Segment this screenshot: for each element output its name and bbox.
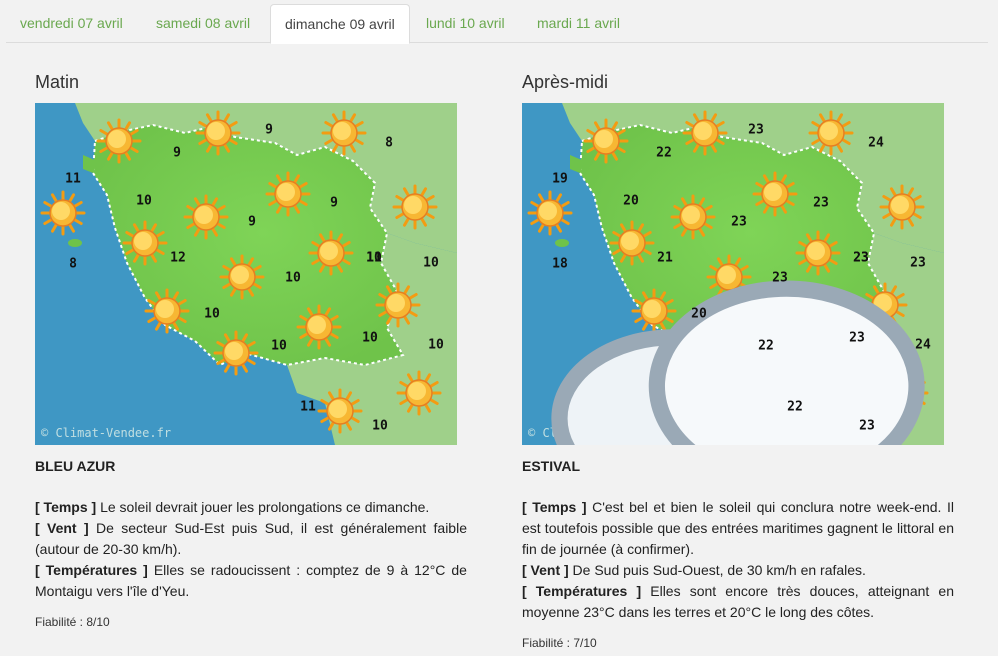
temps-key: [ Temps ] (35, 499, 97, 515)
temperature-label: 20 (691, 306, 707, 322)
vent-key: [ Vent ] (35, 520, 89, 536)
temperature-label: 10 (423, 255, 439, 271)
afternoon-temperatures-line: [ Températures ] Elles sont encore très … (522, 581, 954, 623)
tab-samedi[interactable]: samedi 08 avril (142, 4, 264, 43)
temperature-label: 11 (65, 171, 81, 187)
temperature-label: 18 (552, 256, 568, 272)
temperature-label: 23 (849, 330, 865, 346)
temperature-label: 10 (362, 330, 378, 346)
sun-icon (583, 118, 629, 164)
temperature-label: 10 (271, 338, 287, 354)
temperature-label: 10 (285, 270, 301, 286)
temperature-label: 23 (748, 122, 764, 138)
day-tabs: vendredi 07 avril samedi 08 avril dimanc… (6, 4, 988, 44)
afternoon-description: [ Temps ] C'est bel et bien le soleil qu… (522, 497, 954, 623)
sun-icon (321, 110, 367, 156)
tab-lundi[interactable]: lundi 10 avril (412, 4, 519, 43)
afternoon-vent-line: [ Vent ] De Sud puis Sud-Ouest, de 30 km… (522, 560, 954, 581)
sun-icon (219, 254, 265, 300)
temperature-label: 24 (915, 337, 931, 353)
morning-vent-line: [ Vent ] De secteur Sud-Est puis Sud, il… (35, 518, 467, 560)
afternoon-reliability: Fiabilité : 7/10 (522, 636, 597, 650)
sun-icon (213, 330, 259, 376)
temperature-label: 11 (366, 250, 382, 266)
cloud-icon (527, 215, 925, 445)
vent-text: De secteur Sud-Est puis Sud, il est géné… (35, 520, 467, 557)
temperature-label: 9 (265, 122, 273, 138)
temperature-label: 22 (787, 399, 803, 415)
temperature-label: 8 (69, 256, 77, 272)
morning-forecast-title: BLEU AZUR (35, 458, 116, 474)
sun-icon (392, 184, 438, 230)
temps-text: Le soleil devrait jouer les prolongation… (96, 499, 430, 515)
temperature-label: 10 (372, 418, 388, 434)
vent-key: [ Vent ] (522, 562, 569, 578)
temperature-label: 9 (330, 195, 338, 211)
ile-d-yeu (68, 239, 82, 247)
temperature-label: 10 (136, 193, 152, 209)
sun-icon (195, 110, 241, 156)
morning-reliability: Fiabilité : 8/10 (35, 615, 110, 629)
temperature-label: 23 (813, 195, 829, 211)
sun-icon (96, 118, 142, 164)
temperature-label: 12 (170, 250, 186, 266)
sun-icon (122, 220, 168, 266)
temperature-label: 24 (868, 135, 884, 151)
temperature-label: 22 (758, 338, 774, 354)
sun-icon (396, 370, 442, 416)
morning-weather-map: © Climat-Vendee.fr 9 8 9 11 10 9 9 10 10 8 12 10 11 1 (35, 103, 457, 445)
temperature-label: 19 (552, 171, 568, 187)
sun-icon (308, 230, 354, 276)
temperature-label: 9 (173, 145, 181, 161)
sun-icon (144, 288, 190, 334)
sun-icon (317, 388, 363, 434)
temperature-label: 8 (385, 135, 393, 151)
morning-temperatures-line: [ Températures ] Elles se radoucissent :… (35, 560, 467, 602)
afternoon-weather-map: © Climat-Vendee.fr 232422192023232323182 (522, 103, 944, 445)
temperature-label: 9 (248, 214, 256, 230)
tab-vendredi[interactable]: vendredi 07 avril (6, 4, 137, 43)
temperature-label: 11 (300, 399, 316, 415)
sun-icon (183, 194, 229, 240)
sun-icon (265, 171, 311, 217)
sun-icon (808, 110, 854, 156)
map-watermark: © Climat-Vendee.fr (41, 426, 172, 440)
tab-dimanche[interactable]: dimanche 09 avril (270, 4, 410, 44)
temperature-label: 10 (428, 337, 444, 353)
sun-icon (40, 190, 86, 236)
afternoon-temps-line: [ Temps ] C'est bel et bien le soleil qu… (522, 497, 954, 560)
temps-key: [ Temps ] (522, 499, 587, 515)
morning-title: Matin (35, 72, 80, 92)
morning-description: [ Temps ] Le soleil devrait jouer les pr… (35, 497, 467, 602)
tab-mardi[interactable]: mardi 11 avril (523, 4, 634, 43)
temperature-label: 21 (657, 250, 673, 266)
vent-text: De Sud puis Sud-Ouest, de 30 km/h en raf… (568, 562, 866, 578)
temperature-label: 20 (623, 193, 639, 209)
afternoon-title: Après-midi (522, 72, 609, 92)
sun-icon (752, 171, 798, 217)
temperature-label: 23 (910, 255, 926, 271)
temperature-label: 23 (859, 418, 875, 434)
afternoon-forecast-title: ESTIVAL (522, 458, 581, 474)
temperatures-key: [ Températures ] (522, 583, 642, 599)
sun-icon (296, 304, 342, 350)
sun-icon (682, 110, 728, 156)
temperature-label: 23 (731, 214, 747, 230)
temperature-label: 22 (656, 145, 672, 161)
temperature-label: 23 (853, 250, 869, 266)
temperature-label: 23 (772, 270, 788, 286)
morning-temps-line: [ Temps ] Le soleil devrait jouer les pr… (35, 497, 467, 518)
sun-icon (375, 282, 421, 328)
temperatures-key: [ Températures ] (35, 562, 148, 578)
temperature-label: 10 (204, 306, 220, 322)
temps-text: C'est bel et bien le soleil qui conclura… (522, 499, 954, 557)
